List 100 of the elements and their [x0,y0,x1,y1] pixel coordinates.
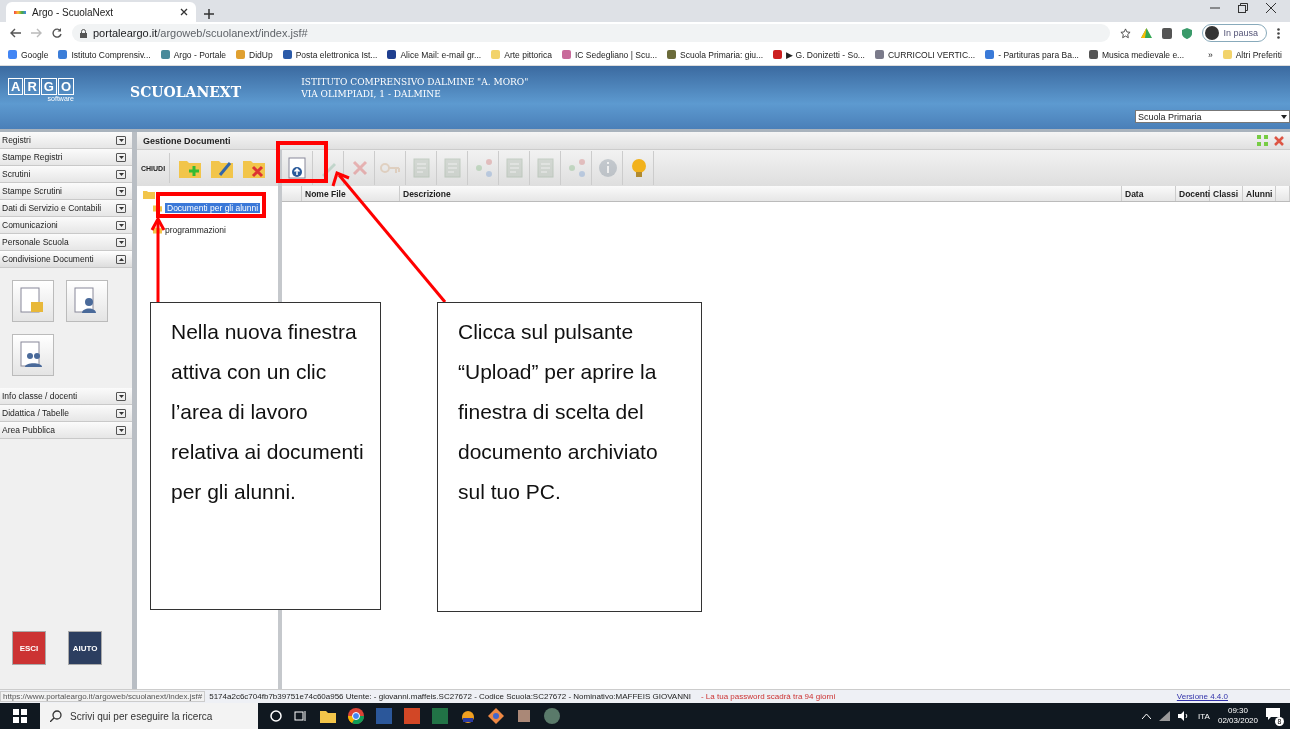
search-icon [50,710,62,722]
sidebar-item[interactable]: Comunicazioni [0,217,132,234]
highlight-frame [276,141,328,183]
clock-time[interactable]: 09:30 [1227,706,1248,716]
dropdown-icon [116,408,126,418]
app-icon[interactable] [516,708,532,724]
bookmark[interactable]: Posta elettronica Ist... [282,49,378,60]
menu-icon[interactable] [1277,27,1280,39]
avatar-icon [1205,26,1220,40]
close-icon[interactable] [180,8,188,16]
sidebar-item[interactable]: Personale Scuola [0,234,132,251]
close-icon[interactable] [1266,3,1276,13]
sidebar-item[interactable]: Didattica / Tabelle [0,405,132,422]
bookmark[interactable]: Argo - Portale [160,49,227,60]
task-view-icon[interactable] [294,710,308,722]
circle-icon[interactable] [270,710,282,722]
back-icon[interactable] [10,28,21,38]
clock-date[interactable]: 02/03/2020 [1217,716,1258,726]
dropdown-icon [116,203,126,213]
app-icon[interactable] [544,708,560,724]
document-user-button[interactable] [66,280,108,322]
doc-icon [410,156,432,180]
tree-item[interactable]: Documenti per gli alunni [165,203,261,213]
network-icon[interactable] [1159,711,1171,721]
bookmark[interactable]: DidUp [236,49,273,60]
sidebar-item[interactable]: Stampe Scrutini [0,183,132,200]
more-bookmarks-button[interactable]: » [1207,49,1213,60]
dropdown-icon [116,169,126,179]
product-name: SCUOLANEXT [130,84,242,100]
bookmark[interactable]: Istituto Comprensiv... [58,49,151,60]
bookmark[interactable]: Google [8,49,49,60]
callout-text: Nella nuova finestra attiva con un clic l’area di lavoro relativa ai documenti per gli alunni. [150,302,381,610]
folder-icon [1222,50,1232,59]
triangle-icon[interactable] [1141,28,1153,38]
bookmark[interactable]: Musica medievale e... [1089,49,1185,60]
dropdown-icon [116,237,126,247]
session-info: 5174a2c6c704fb7b39751e74c60a956 Utente: - giovanni.maffeis.SC27672 - Codice Scuola:SC27672 - Nominativo:MAFFEIS GIOVANNI [209,692,691,701]
windows-icon[interactable] [13,709,27,723]
info-icon [596,156,618,180]
sidebar-item[interactable]: Info classe / docenti [0,388,132,405]
bookmark-folder[interactable]: Altri Preferiti [1222,49,1282,60]
callout-text: Clicca sul pulsante “Upload” per aprire la finestra di scelta del documento archiviato sul tuo PC. [437,302,702,612]
school-select[interactable]: Scuola Primaria [1135,110,1290,123]
sidebar-item[interactable]: Area Pubblica [0,422,132,439]
dropdown-icon [116,391,126,401]
language-indicator[interactable]: ITA [1198,711,1210,721]
panel-title-bar: Gestione Documenti [137,132,1290,150]
sidebar-item[interactable]: Stampe Registri [0,149,132,166]
folder-icon[interactable] [320,709,336,723]
tree-item[interactable]: programmazioni [165,225,226,235]
logo: A R G O [8,78,75,95]
dropdown-icon [116,186,126,196]
sidebar-item[interactable]: Condivisione Documenti [0,251,132,268]
lock-icon [80,28,87,38]
app-icon[interactable] [460,708,476,724]
dropdown-icon [116,135,126,145]
upload-icon [286,156,308,180]
dropdown-icon [116,152,126,162]
link-preview: https://www.portaleargo.it/argoweb/scuolanext/index.jsf# [0,691,206,702]
doc-icon [441,156,463,180]
column-header[interactable]: Data [1122,186,1176,201]
restore-icon[interactable] [1238,3,1248,13]
address-bar[interactable]: portaleargo.it/argoweb/scuolanext/index.jsf# [72,24,1111,42]
dropdown-icon [116,220,126,230]
plus-icon[interactable] [204,9,214,19]
column-header[interactable]: Classi [1210,186,1243,201]
folder-icon [153,204,162,212]
bookmark[interactable]: - Partituras para Ba... [985,49,1079,60]
sidebar-item[interactable]: Registri [0,132,132,149]
exit-button[interactable]: ESCI [12,631,46,665]
bookmark[interactable]: Arte pittorica [491,49,552,60]
reload-icon[interactable] [52,28,62,38]
doc-icon [503,156,525,180]
bookmark[interactable]: Alice Mail: e-mail gr... [387,49,482,60]
column-header[interactable]: Alunni [1243,186,1276,201]
chevron-up-icon[interactable] [1142,713,1152,719]
column-header[interactable]: Descrizione [400,186,1122,201]
school-address: VIA OLIMPIADI, 1 - DALMINE [301,88,442,100]
document-users-button[interactable] [12,334,54,376]
version-link[interactable]: Versione 4.4.0 [1176,692,1228,701]
star-icon[interactable] [1120,27,1132,39]
app-icon[interactable] [488,708,504,724]
column-header[interactable]: Nome File [302,186,400,201]
dropdown-icon [116,254,126,264]
taskbar-search[interactable]: Scrivi qui per eseguire la ricerca [40,703,258,729]
sidebar-item[interactable]: Dati di Servizio e Contabili [0,200,132,217]
bookmark[interactable]: IC Sedegliano | Scu... [561,49,657,60]
browser-icon[interactable] [348,708,364,724]
sidebar-item[interactable]: Scrutini [0,166,132,183]
dropdown-icon [116,425,126,435]
browser-tab[interactable]: Argo - ScuolaNext [6,2,196,22]
doc-icon [534,156,556,180]
school-name: ISTITUTO COMPRENSIVO DALMINE "A. MORO" [301,76,529,88]
bookmark[interactable]: Scuola Primaria: giu... [667,49,764,60]
bookmark[interactable]: CURRICOLI VERTIC... [874,49,976,60]
column-header[interactable]: Docenti [1176,186,1210,201]
caret-icon [1281,114,1287,119]
help-button[interactable]: AIUTO [68,631,102,665]
folder-icon [153,226,162,234]
bookmark[interactable]: ▶ G. Donizetti - So... [773,49,865,60]
